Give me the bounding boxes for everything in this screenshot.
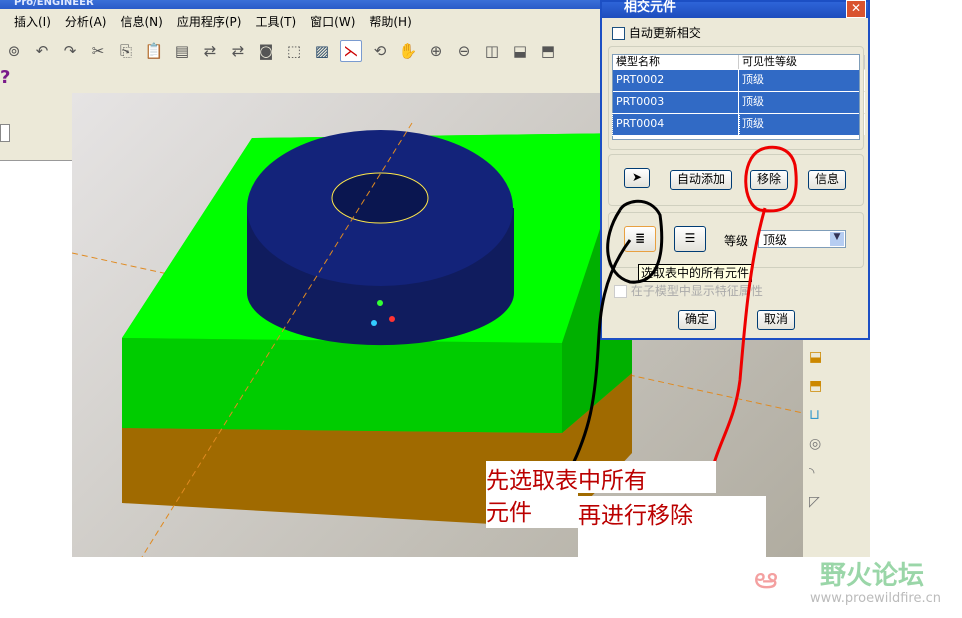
red-circle [744,145,798,213]
annotation-line2: 元件 [486,493,578,528]
watermark: ఆ 野火论坛 www.proewildfire.cn [754,561,941,606]
annotation-line1: 先选取表中所有 [486,461,716,494]
black-circle [606,199,664,284]
annotation-strokes [568,145,798,471]
annotation-line3: 再进行移除 [578,496,766,557]
watermark-logo-icon: ఆ [754,561,778,596]
